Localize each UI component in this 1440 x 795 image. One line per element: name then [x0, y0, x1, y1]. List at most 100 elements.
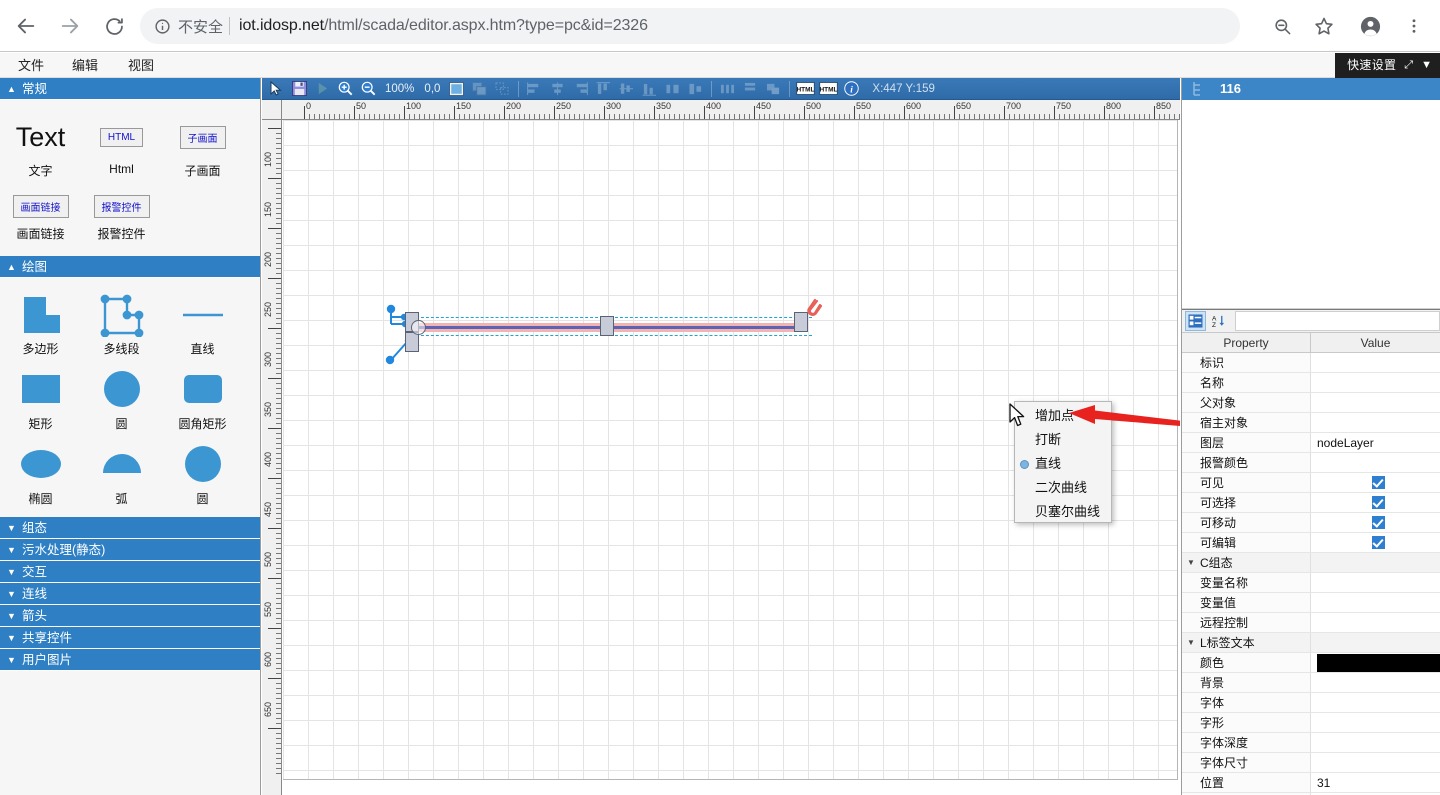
property-value[interactable] — [1311, 633, 1440, 652]
property-row[interactable]: 字形 — [1182, 713, 1440, 733]
property-group-row[interactable]: ▼C组态 — [1182, 553, 1440, 573]
property-row[interactable]: 远程控制 — [1182, 613, 1440, 633]
info-icon[interactable]: i — [841, 79, 862, 98]
html-import-icon[interactable]: HTML — [818, 79, 839, 98]
property-value[interactable] — [1311, 353, 1440, 372]
group-icon[interactable] — [469, 79, 490, 98]
context-menu-item-break[interactable]: 打断 — [1015, 428, 1111, 452]
palette-item-rect[interactable]: 矩形 — [0, 361, 81, 436]
property-row[interactable]: 宿主对象 — [1182, 413, 1440, 433]
html-export-icon[interactable]: HTML — [795, 79, 816, 98]
property-value[interactable] — [1311, 553, 1440, 572]
fit-screen-icon[interactable] — [446, 79, 467, 98]
property-value[interactable] — [1311, 413, 1440, 432]
property-row[interactable]: 父对象 — [1182, 393, 1440, 413]
property-row[interactable]: 字体尺寸 — [1182, 753, 1440, 773]
resize-handle-middle[interactable] — [600, 316, 614, 336]
info-circle-icon[interactable] — [154, 18, 171, 35]
distribute-v-icon[interactable] — [740, 79, 761, 98]
distribute-h-icon[interactable] — [717, 79, 738, 98]
back-arrow-icon[interactable] — [8, 8, 44, 44]
property-row[interactable]: 可见 — [1182, 473, 1440, 493]
sidebar-section-general[interactable]: ▲ 常规 — [0, 78, 260, 100]
sidebar-section-user-images[interactable]: ▼ 用户图片 — [0, 649, 260, 671]
canvas-drawing-surface[interactable]: 增加点 打断 直线 二次曲线 贝塞尔曲线 — [283, 120, 1178, 780]
context-menu-item-quadratic-curve[interactable]: 二次曲线 — [1015, 476, 1111, 500]
menu-item-edit[interactable]: 编辑 — [62, 53, 108, 78]
align-right-icon[interactable] — [570, 79, 591, 98]
property-value[interactable] — [1311, 673, 1440, 692]
property-row[interactable]: 图层nodeLayer — [1182, 433, 1440, 453]
object-tree-header[interactable]: 116 — [1182, 78, 1440, 100]
canvas-viewport[interactable]: 增加点 打断 直线 二次曲线 贝塞尔曲线 — [283, 120, 1180, 795]
property-value[interactable] — [1311, 493, 1440, 512]
property-value[interactable] — [1311, 693, 1440, 712]
alphabetical-sort-icon[interactable]: AZ — [1208, 311, 1229, 331]
sidebar-section-arrows[interactable]: ▼ 箭头 — [0, 605, 260, 627]
categorized-view-icon[interactable] — [1185, 311, 1206, 331]
palette-item-html[interactable]: HTML Html — [81, 108, 162, 183]
zoom-out-icon[interactable] — [1264, 8, 1300, 44]
property-row[interactable]: 变量名称 — [1182, 573, 1440, 593]
align-bottom-icon[interactable] — [639, 79, 660, 98]
align-middle-v-icon[interactable] — [616, 79, 637, 98]
forward-arrow-icon[interactable] — [52, 8, 88, 44]
caret-down-icon[interactable]: ▼ — [1187, 553, 1195, 572]
three-dot-menu-icon[interactable] — [1396, 8, 1432, 44]
property-row[interactable]: 可移动 — [1182, 513, 1440, 533]
palette-item-alarm-widget[interactable]: 报警控件 报警控件 — [81, 183, 162, 246]
property-group-row[interactable]: ▼L标签文本 — [1182, 633, 1440, 653]
checkbox-checked-icon[interactable] — [1372, 496, 1385, 509]
object-tree-body[interactable] — [1182, 100, 1440, 309]
sidebar-section-shared-widgets[interactable]: ▼ 共享控件 — [0, 627, 260, 649]
context-menu-item-straight-line[interactable]: 直线 — [1015, 452, 1111, 476]
sidebar-section-connectors[interactable]: ▼ 连线 — [0, 583, 260, 605]
sidebar-section-drawing[interactable]: ▲ 绘图 — [0, 256, 260, 278]
property-value[interactable] — [1311, 593, 1440, 612]
select-tool-icon[interactable] — [266, 79, 287, 98]
property-row[interactable]: 颜色 — [1182, 653, 1440, 673]
property-row[interactable]: 字体深度 — [1182, 733, 1440, 753]
menu-item-view[interactable]: 视图 — [118, 53, 164, 78]
caret-down-icon[interactable]: ▼ — [1187, 633, 1195, 652]
palette-item-ellipse[interactable]: 椭圆 — [0, 436, 81, 511]
palette-item-arc[interactable]: 弧 — [81, 436, 162, 511]
property-value[interactable] — [1311, 653, 1440, 672]
property-value[interactable] — [1311, 393, 1440, 412]
star-icon[interactable] — [1306, 8, 1342, 44]
sidebar-section-sewage-static[interactable]: ▼ 污水处理(静态) — [0, 539, 260, 561]
property-value[interactable] — [1311, 613, 1440, 632]
menu-item-file[interactable]: 文件 — [8, 53, 54, 78]
quick-settings-bar[interactable]: 快速设置 ⤢ ▼ — [1335, 53, 1440, 78]
palette-item-subscreen[interactable]: 子画面 子画面 — [162, 108, 243, 183]
same-width-icon[interactable] — [662, 79, 683, 98]
property-value[interactable] — [1311, 373, 1440, 392]
align-left-icon[interactable] — [524, 79, 545, 98]
checkbox-checked-icon[interactable] — [1372, 516, 1385, 529]
property-row[interactable]: 报警颜色 — [1182, 453, 1440, 473]
paperclip-icon[interactable] — [804, 298, 822, 320]
rotation-handle[interactable] — [411, 320, 426, 335]
property-row[interactable]: 变量值 — [1182, 593, 1440, 613]
property-row[interactable]: 可编辑 — [1182, 533, 1440, 553]
url-omnibox[interactable]: 不安全 iot.idosp.net/html/scada/editor.aspx… — [140, 8, 1240, 44]
property-row[interactable]: 字体 — [1182, 693, 1440, 713]
property-search-field[interactable] — [1235, 311, 1440, 331]
property-value[interactable]: nodeLayer — [1311, 433, 1440, 452]
property-row[interactable]: 位置31 — [1182, 773, 1440, 793]
checkbox-checked-icon[interactable] — [1372, 476, 1385, 489]
bring-front-icon[interactable] — [763, 79, 784, 98]
property-value[interactable] — [1311, 733, 1440, 752]
align-top-icon[interactable] — [593, 79, 614, 98]
property-value[interactable] — [1311, 453, 1440, 472]
property-value[interactable] — [1311, 753, 1440, 772]
palette-item-polygon[interactable]: 多边形 — [0, 286, 81, 361]
profile-avatar-icon[interactable] — [1352, 8, 1388, 44]
ungroup-icon[interactable] — [492, 79, 513, 98]
reload-icon[interactable] — [96, 8, 132, 44]
property-value[interactable] — [1311, 713, 1440, 732]
color-swatch[interactable] — [1317, 654, 1440, 672]
expand-icon[interactable]: ⤢ — [1404, 53, 1413, 78]
property-value[interactable] — [1311, 513, 1440, 532]
align-center-h-icon[interactable] — [547, 79, 568, 98]
